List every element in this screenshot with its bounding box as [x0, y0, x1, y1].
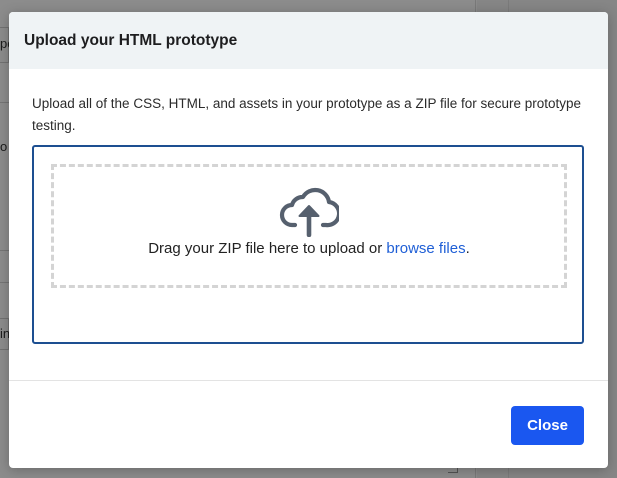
dropzone-text: Drag your ZIP file here to upload or	[148, 240, 387, 257]
modal-header: Upload your HTML prototype	[9, 12, 608, 69]
browse-files-link[interactable]: browse files	[386, 240, 465, 257]
modal-body: Upload all of the CSS, HTML, and assets …	[9, 69, 608, 380]
close-button[interactable]: Close	[511, 406, 584, 445]
modal-description: Upload all of the CSS, HTML, and assets …	[32, 96, 582, 133]
upload-panel: Drag your ZIP file here to upload or bro…	[32, 145, 584, 344]
modal-footer: Close	[9, 381, 608, 468]
upload-modal: Upload your HTML prototype Upload all of…	[9, 12, 608, 468]
dropzone-instructions: Drag your ZIP file here to upload or bro…	[148, 240, 470, 257]
dropzone-text-end: .	[465, 240, 470, 257]
modal-title: Upload your HTML prototype	[24, 31, 238, 49]
file-dropzone[interactable]: Drag your ZIP file here to upload or bro…	[51, 164, 567, 288]
cloud-upload-icon	[279, 187, 339, 237]
